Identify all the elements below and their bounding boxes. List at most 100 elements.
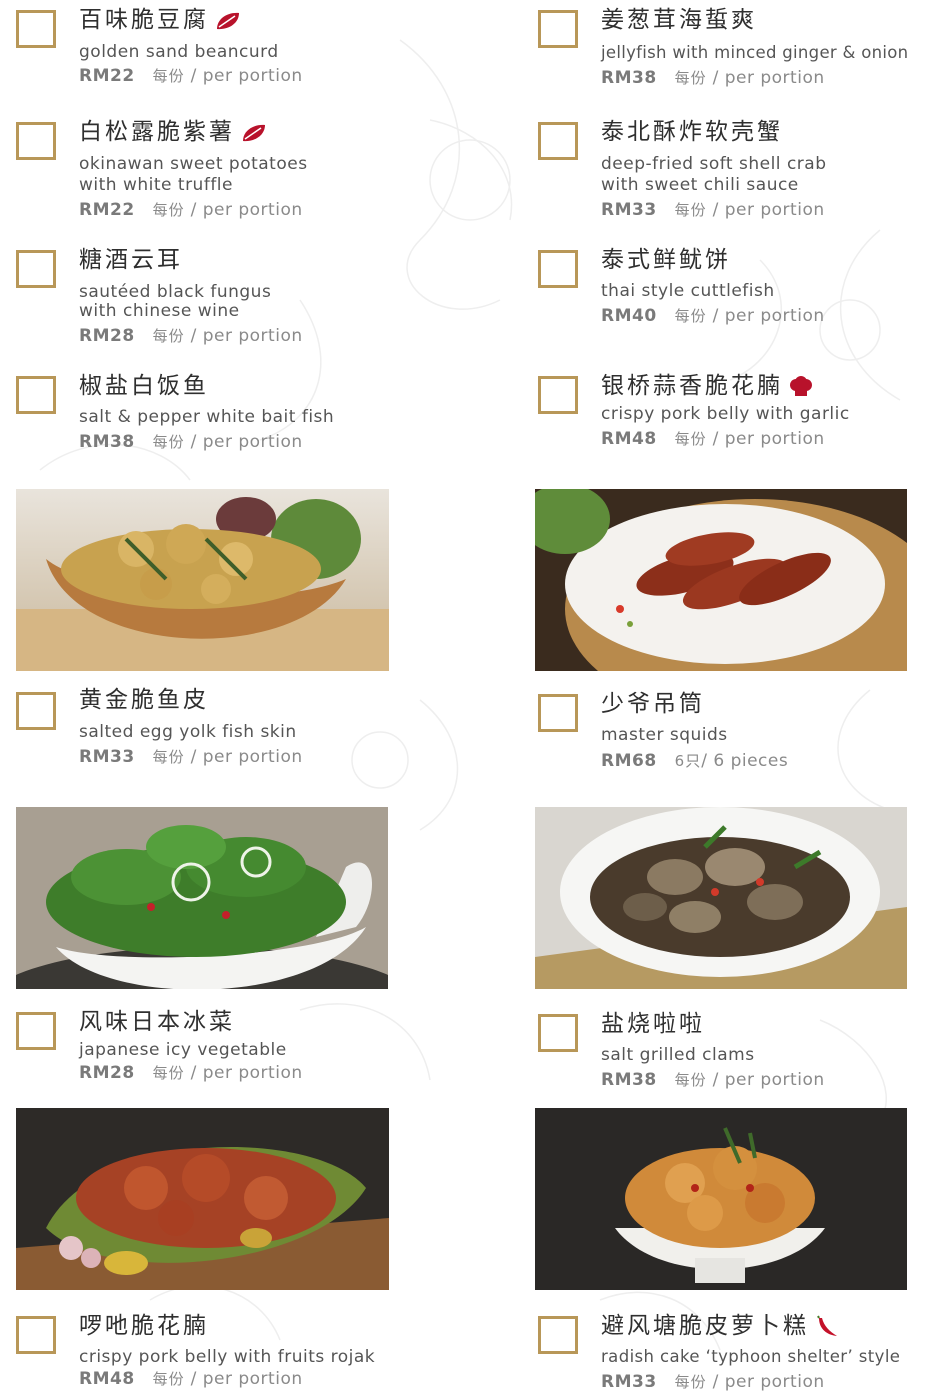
dish-name-en-line2: with white truffle xyxy=(79,175,233,195)
dish-name-en: sautéed black fungus xyxy=(79,282,272,302)
order-checkbox[interactable] xyxy=(538,1316,578,1354)
menu-item-fish-skin: 黄金脆鱼皮 salted egg yolk fish skin RM33 每份 /… xyxy=(16,684,466,784)
dish-name-en: okinawan sweet potatoes xyxy=(79,154,308,174)
portion-en: / per portion xyxy=(190,200,303,220)
price: RM33 xyxy=(601,1372,657,1392)
order-checkbox[interactable] xyxy=(16,376,56,414)
portion-zh: 每份 xyxy=(674,430,707,448)
menu-item-grilled-clams: 盐烧啦啦 salt grilled clams RM38 每份 / per por… xyxy=(538,1008,927,1098)
dish-name-zh: 银桥蒜香脆花腩 xyxy=(601,373,783,399)
order-checkbox[interactable] xyxy=(538,694,578,732)
photo-fish-skin xyxy=(16,489,389,671)
dish-name-zh: 盐烧啦啦 xyxy=(601,1011,705,1037)
price: RM22 xyxy=(79,66,135,86)
portion-zh: 每份 xyxy=(152,1370,185,1388)
order-checkbox[interactable] xyxy=(16,122,56,160)
menu-item-pork-rojak: 啰吔脆花腩 crispy pork belly with fruits roja… xyxy=(16,1310,486,1392)
price-line: RM40 每份 / per portion xyxy=(601,306,825,326)
dish-name-en-line2: with chinese wine xyxy=(79,301,240,321)
dish-name-en: salt & pepper white bait fish xyxy=(79,407,335,427)
photo-master-squids xyxy=(535,489,907,671)
price-line: RM33 每份 / per portion xyxy=(79,747,303,767)
dish-name-en: salt grilled clams xyxy=(601,1045,755,1065)
price-line: RM33 每份 / per portion xyxy=(601,1372,825,1392)
price-line: RM33 每份 / per portion xyxy=(601,200,825,220)
portion-zh: 每份 xyxy=(152,201,185,219)
dish-name-en: master squids xyxy=(601,725,728,745)
price-line: RM48 每份 / per portion xyxy=(79,1369,303,1389)
dish-name-en: radish cake ‘typhoon shelter’ style xyxy=(601,1347,901,1366)
price: RM40 xyxy=(601,306,657,326)
portion-en: / per portion xyxy=(712,68,825,88)
price-line: RM28 每份 / per portion xyxy=(79,1063,303,1083)
portion-zh: 每份 xyxy=(674,307,707,325)
dish-name-zh: 泰北酥炸软壳蟹 xyxy=(601,119,783,145)
portion-zh: 每份 xyxy=(674,201,707,219)
leaf-icon xyxy=(217,12,239,29)
portion-zh: 每份 xyxy=(152,1064,185,1082)
order-checkbox[interactable] xyxy=(16,1316,56,1354)
menu-item-cuttlefish: 泰式鲜鱿饼 thai style cuttlefish RM40 每份 / per… xyxy=(538,246,927,346)
dish-name-zh: 啰吔脆花腩 xyxy=(79,1313,209,1339)
portion-en: / per portion xyxy=(712,200,825,220)
portion-zh: 每份 xyxy=(674,69,707,87)
menu-item-white-bait-fish: 椒盐白饭鱼 salt & pepper white bait fish RM38… xyxy=(16,370,466,470)
leaf-icon xyxy=(243,124,265,141)
menu-item-soft-shell-crab: 泰北酥炸软壳蟹 deep-fried soft shell crab with … xyxy=(538,116,927,226)
dish-name-zh: 糖酒云耳 xyxy=(79,247,183,273)
portion-en: / per portion xyxy=(712,429,825,449)
portion-en: / 6 pieces xyxy=(701,751,789,771)
chef-hat-icon xyxy=(790,375,812,396)
portion-zh: 每份 xyxy=(152,67,185,85)
order-checkbox[interactable] xyxy=(538,122,578,160)
order-checkbox[interactable] xyxy=(538,376,578,414)
dish-name-en: salted egg yolk fish skin xyxy=(79,722,297,742)
price: RM38 xyxy=(601,1070,657,1090)
menu-item-golden-sand-beancurd: 百味脆豆腐 golden sand beancurd RM22 每份 / per … xyxy=(16,2,466,102)
price: RM33 xyxy=(601,200,657,220)
price: RM38 xyxy=(79,432,135,452)
menu-item-black-fungus: 糖酒云耳 sautéed black fungus with chinese w… xyxy=(16,246,466,356)
order-checkbox[interactable] xyxy=(538,1014,578,1052)
price: RM48 xyxy=(79,1369,135,1389)
order-checkbox[interactable] xyxy=(16,10,56,48)
dish-name-zh: 黄金脆鱼皮 xyxy=(79,687,209,713)
price-line: RM22 每份 / per portion xyxy=(79,66,303,86)
price-line: RM38 每份 / per portion xyxy=(79,432,303,452)
order-checkbox[interactable] xyxy=(16,692,56,730)
price-line: RM48 每份 / per portion xyxy=(601,429,825,449)
price: RM28 xyxy=(79,1063,135,1083)
price-line: RM28 每份 / per portion xyxy=(79,326,303,346)
price-line: RM22 每份 / per portion xyxy=(79,200,303,220)
portion-en: / per portion xyxy=(712,1070,825,1090)
price-line: RM38 每份 / per portion xyxy=(601,1070,825,1090)
menu-item-okinawan-sweet-potatoes: 白松露脆紫薯 okinawan sweet potatoes with whit… xyxy=(16,116,466,226)
menu-item-pork-belly-garlic: 银桥蒜香脆花腩 crispy pork belly with garlic RM… xyxy=(538,370,927,470)
portion-zh: 每份 xyxy=(152,748,185,766)
dish-name-zh: 百味脆豆腐 xyxy=(79,7,209,33)
portion-en: / per portion xyxy=(712,306,825,326)
order-checkbox[interactable] xyxy=(538,10,578,48)
menu-item-radish-cake: 避风塘脆皮萝卜糕 radish cake ‘typhoon shelter’ s… xyxy=(538,1310,927,1392)
price: RM38 xyxy=(601,68,657,88)
dish-name-zh: 少爷吊筒 xyxy=(601,691,705,717)
portion-zh: 6只 xyxy=(674,752,702,770)
dish-name-zh: 避风塘脆皮萝卜糕 xyxy=(601,1313,809,1339)
portion-en: / per portion xyxy=(190,432,303,452)
portion-en: / per portion xyxy=(190,1369,303,1389)
dish-name-en: deep-fried soft shell crab xyxy=(601,154,827,174)
menu-item-master-squids: 少爷吊筒 master squids RM68 6只/ 6 pieces xyxy=(538,688,927,788)
menu-item-icy-vegetable: 风味日本冰菜 japanese icy vegetable RM28 每份 / p… xyxy=(16,1006,466,1096)
dish-name-zh: 泰式鲜鱿饼 xyxy=(601,247,731,273)
price: RM22 xyxy=(79,200,135,220)
order-checkbox[interactable] xyxy=(538,250,578,288)
portion-en: / per portion xyxy=(712,1372,825,1392)
order-checkbox[interactable] xyxy=(16,250,56,288)
dish-name-en-line2: with sweet chili sauce xyxy=(601,175,799,195)
dish-name-zh: 风味日本冰菜 xyxy=(79,1009,235,1035)
price: RM33 xyxy=(79,747,135,767)
photo-pork-rojak xyxy=(16,1108,389,1290)
price-line: RM38 每份 / per portion xyxy=(601,68,825,88)
dish-name-en: crispy pork belly with garlic xyxy=(601,404,850,424)
order-checkbox[interactable] xyxy=(16,1012,56,1050)
